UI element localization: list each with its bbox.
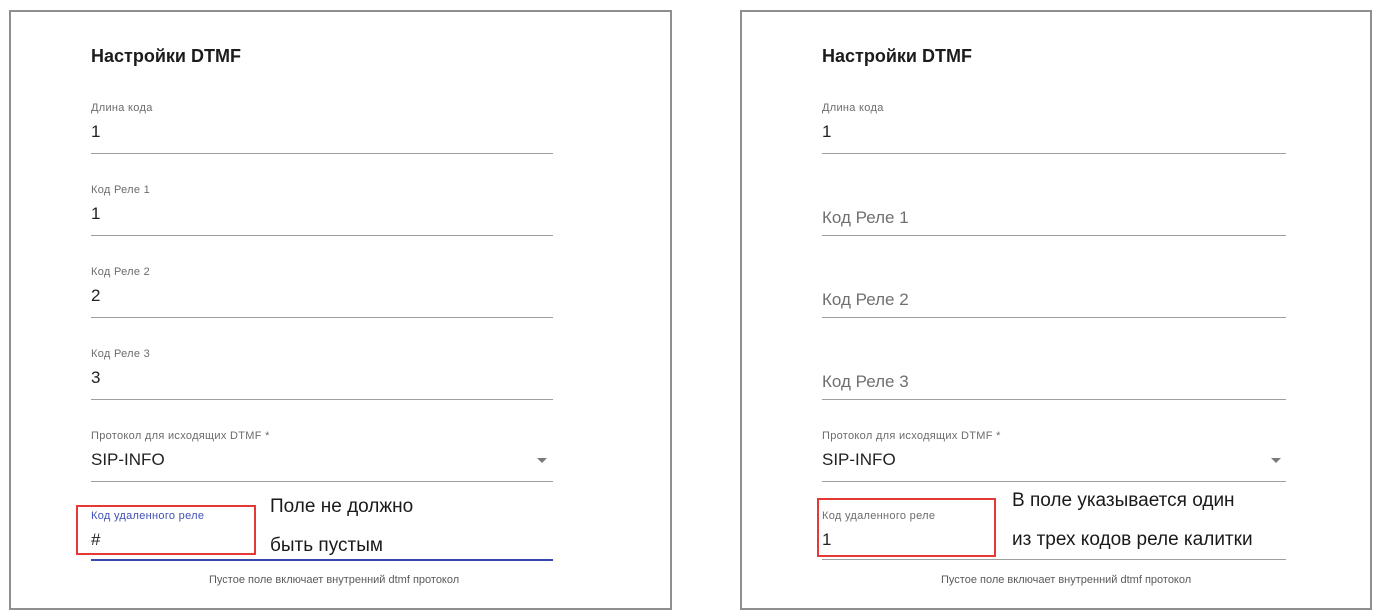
relay-3-underline — [822, 399, 1286, 400]
relay-1-label: Код Реле 1 — [91, 184, 151, 196]
relay-2-underline — [91, 317, 553, 318]
relay-3-input[interactable]: 3 — [91, 368, 100, 388]
protocol-underline — [822, 481, 1286, 482]
dtmf-settings-panel-left: Настройки DTMF Длина кода 1 Код Реле 1 1… — [9, 10, 672, 610]
annotation-line-1: В поле указывается один — [1012, 490, 1235, 511]
remote-relay-hint: Пустое поле включает внутренний dtmf про… — [941, 574, 1192, 586]
relay-2-label: Код Реле 2 — [91, 266, 151, 278]
dropdown-arrow-icon[interactable] — [1271, 458, 1281, 463]
relay-2-input[interactable]: Код Реле 2 — [822, 290, 909, 310]
dtmf-settings-panel-right: Настройки DTMF Длина кода 1 Код Реле 1 К… — [740, 10, 1372, 610]
panel-title: Настройки DTMF — [91, 46, 241, 66]
relay-1-input[interactable]: 1 — [91, 204, 100, 224]
relay-2-underline — [822, 317, 1286, 318]
relay-3-input[interactable]: Код Реле 3 — [822, 372, 909, 392]
annotation-line-1: Поле не должно — [270, 496, 414, 517]
annotation-line-2: быть пустым — [270, 535, 383, 556]
relay-3-underline — [91, 399, 553, 400]
remote-relay-hint: Пустое поле включает внутренний dtmf про… — [209, 574, 460, 586]
code-length-label: Длина кода — [822, 102, 884, 114]
relay-3-label: Код Реле 3 — [91, 348, 151, 360]
code-length-input[interactable]: 1 — [822, 122, 831, 142]
relay-1-input[interactable]: Код Реле 1 — [822, 208, 909, 228]
remote-relay-underline — [822, 559, 1286, 560]
protocol-label: Протокол для исходящих DTMF * — [91, 430, 270, 442]
relay-1-underline — [822, 235, 1286, 236]
remote-relay-underline — [91, 559, 553, 561]
protocol-underline — [91, 481, 553, 482]
highlight-box — [817, 498, 996, 557]
protocol-select[interactable]: SIP-INFO — [822, 450, 896, 470]
code-length-underline — [822, 153, 1286, 154]
relay-1-underline — [91, 235, 553, 236]
highlight-box — [76, 505, 256, 555]
annotation-line-2: из трех кодов реле калитки — [1012, 529, 1253, 550]
code-length-label: Длина кода — [91, 102, 153, 114]
protocol-label: Протокол для исходящих DTMF * — [822, 430, 1001, 442]
dropdown-arrow-icon[interactable] — [537, 458, 547, 463]
code-length-underline — [91, 153, 553, 154]
protocol-select[interactable]: SIP-INFO — [91, 450, 165, 470]
panel-title: Настройки DTMF — [822, 46, 972, 66]
code-length-input[interactable]: 1 — [91, 122, 100, 142]
relay-2-input[interactable]: 2 — [91, 286, 100, 306]
